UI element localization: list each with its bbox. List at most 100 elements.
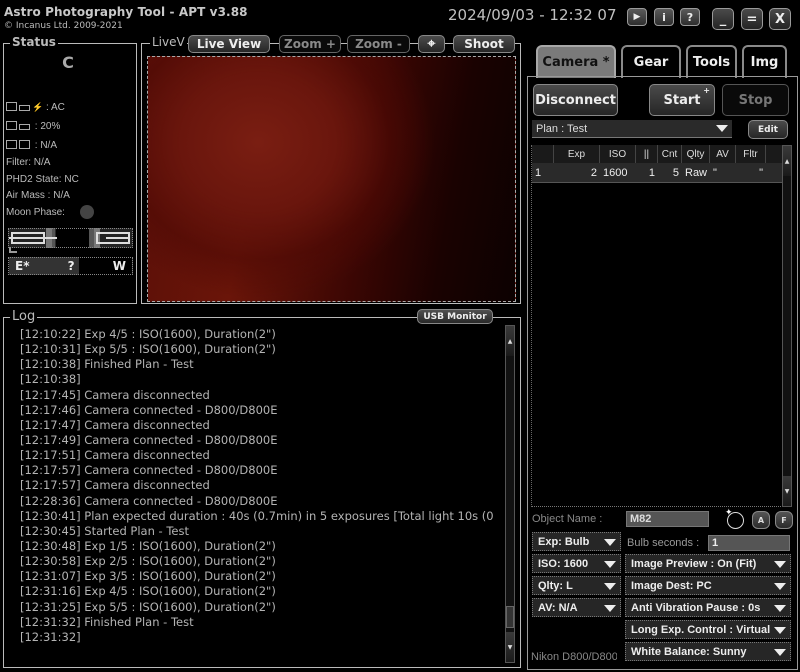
log-scrollbar[interactable]: ▲ ▼ <box>505 325 515 663</box>
camera-model-label: Nikon D800/D800E <box>531 651 617 663</box>
plan-table-header-cell[interactable]: Qlty <box>682 145 710 163</box>
exposure-select[interactable]: Exp: Bulb <box>532 532 621 551</box>
tab-tools[interactable]: Tools <box>686 45 737 78</box>
play-button[interactable]: ▶ <box>627 8 647 26</box>
plan-table-header-cell[interactable]: ISO <box>600 145 636 163</box>
plan-table-cell: 1 <box>535 166 542 179</box>
quality-select-value: Qlty: L <box>538 579 573 592</box>
anti-vibration-value: Anti Vibration Pause : 0s <box>631 601 761 614</box>
shoot-button[interactable]: Shoot <box>453 35 515 53</box>
usb-monitor-button[interactable]: USB Monitor <box>417 309 493 324</box>
tab-camera[interactable]: Camera * <box>536 45 616 78</box>
close-button[interactable]: X <box>769 8 791 30</box>
start-label: Start <box>663 92 701 108</box>
exposure-select-value: Exp: Bulb <box>538 535 590 548</box>
log-line: [12:10:31] Exp 5/5 : ISO(1600), Duration… <box>20 342 276 357</box>
scroll-up-icon[interactable]: ▲ <box>506 326 514 356</box>
edit-plan-button[interactable]: Edit <box>748 120 788 139</box>
plan-table-header-cell[interactable] <box>532 145 554 163</box>
west-label: W <box>112 259 126 273</box>
log-line: [12:17:51] Camera disconnected <box>20 448 210 463</box>
crosshair-button[interactable]: ⌖ <box>418 35 445 53</box>
image-dest-value: Image Dest: PC <box>631 579 712 592</box>
aperture-select[interactable]: AV: N/A <box>532 598 621 617</box>
plan-table-body: 1 2 1600 1 5 Raw " " <box>532 163 783 183</box>
battery-icon <box>19 105 30 111</box>
scroll-down-icon[interactable]: ▼ <box>506 632 514 662</box>
live-view-button[interactable]: Live View <box>188 35 270 53</box>
bulb-seconds-label: Bulb seconds : <box>627 537 700 549</box>
f-button[interactable]: F <box>775 511 793 529</box>
log-scroll-thumb[interactable] <box>506 606 514 628</box>
plan-table-header-cell[interactable]: Fltr <box>736 145 766 163</box>
plan-scrollbar[interactable]: ▲ ▼ <box>782 145 792 507</box>
anti-vibration-select[interactable]: Anti Vibration Pause : 0s <box>625 598 791 617</box>
app-title: Astro Photography Tool - APT v3.88 <box>4 5 248 19</box>
chevron-down-icon <box>774 561 786 568</box>
tab-img[interactable]: Img <box>742 45 787 78</box>
scroll-down-icon[interactable]: ▼ <box>783 476 791 506</box>
pier-side-label: ? <box>67 259 75 273</box>
plan-table-cell: Raw <box>685 166 708 179</box>
maximize-button[interactable]: = <box>741 8 763 30</box>
image-preview-value: Image Preview : On (Fit) <box>631 557 757 570</box>
quality-select[interactable]: Qlty: L <box>532 576 621 595</box>
live-view-image[interactable] <box>147 56 516 302</box>
log-list: [12:10:22] Exp 4/5 : ISO(1600), Duration… <box>20 327 505 647</box>
info-button[interactable]: i <box>654 8 674 26</box>
chevron-down-icon <box>774 583 786 590</box>
plan-table-header-cell[interactable]: Cnt <box>658 145 682 163</box>
zoom-in-button[interactable]: Zoom + <box>279 35 341 53</box>
chevron-down-icon <box>604 605 616 612</box>
battery-status: : 20% <box>6 121 60 132</box>
moon-phase-label: Moon Phase: <box>6 207 65 218</box>
object-name-input[interactable]: M82 <box>626 511 709 527</box>
status-title: Status <box>10 35 58 49</box>
scroll-up-icon[interactable]: ▲ <box>783 146 791 176</box>
stop-button[interactable]: Stop <box>722 84 789 116</box>
long-exp-control-select[interactable]: Long Exp. Control : Virtual <box>625 620 791 639</box>
tab-gear[interactable]: Gear <box>621 45 681 78</box>
moon-phase-icon <box>80 205 94 219</box>
disconnect-button[interactable]: Disconnect <box>533 84 618 116</box>
long-exp-value: Long Exp. Control : Virtual <box>631 623 771 636</box>
image-dest-select[interactable]: Image Dest: PC <box>625 576 791 595</box>
filter-status: Filter: N/A <box>6 157 51 168</box>
start-button[interactable]: Start + <box>649 84 715 116</box>
plan-select[interactable]: Plan : Test <box>532 120 732 138</box>
battery-icon <box>19 124 30 130</box>
zoom-out-button[interactable]: Zoom - <box>347 35 410 53</box>
object-name-label: Object Name : <box>532 513 603 525</box>
star-icon: ✦ <box>725 508 733 518</box>
bulb-seconds-input[interactable]: 1 <box>708 535 790 551</box>
chevron-down-icon <box>716 125 728 132</box>
log-line: [12:10:38] <box>20 372 81 387</box>
storage-value: : N/A <box>34 140 58 151</box>
a-button[interactable]: A <box>752 511 770 529</box>
log-line: [12:17:49] Camera connected - D800/D800E <box>20 432 278 447</box>
log-line: [12:28:36] Camera connected - D800/D800E <box>20 493 278 508</box>
chevron-down-icon <box>604 539 616 546</box>
chevron-down-icon <box>774 649 786 656</box>
log-line: [12:31:32] <box>20 629 81 644</box>
minimize-button[interactable]: _ <box>712 8 734 30</box>
guider-left-line <box>9 237 57 239</box>
storage-icon <box>19 140 30 149</box>
east-label: E* <box>15 259 30 273</box>
plan-table-header-cell[interactable]: AV <box>710 145 736 163</box>
plan-table-header: Exp ISO || Cnt Qlty AV Fltr <box>532 145 783 163</box>
plan-table-header-cell[interactable]: || <box>636 145 658 163</box>
white-balance-select[interactable]: White Balance: Sunny <box>625 642 791 661</box>
log-line: [12:31:16] Exp 4/5 : ISO(1600), Duration… <box>20 584 276 599</box>
pier-side-bar: E* ? W <box>8 257 133 275</box>
iso-select[interactable]: ISO: 1600 <box>532 554 621 573</box>
plan-table-row[interactable]: 1 2 1600 1 5 Raw " " <box>532 163 783 183</box>
chevron-down-icon <box>774 627 786 634</box>
help-button[interactable]: ? <box>680 8 700 26</box>
log-line: [12:17:57] Camera connected - D800/D800E <box>20 463 278 478</box>
image-preview-select[interactable]: Image Preview : On (Fit) <box>625 554 791 573</box>
plan-table-cell: " <box>759 166 763 179</box>
chevron-down-icon <box>774 605 786 612</box>
plan-table-header-cell[interactable]: Exp <box>554 145 600 163</box>
log-line: [12:30:58] Exp 2/5 : ISO(1600), Duration… <box>20 554 276 569</box>
